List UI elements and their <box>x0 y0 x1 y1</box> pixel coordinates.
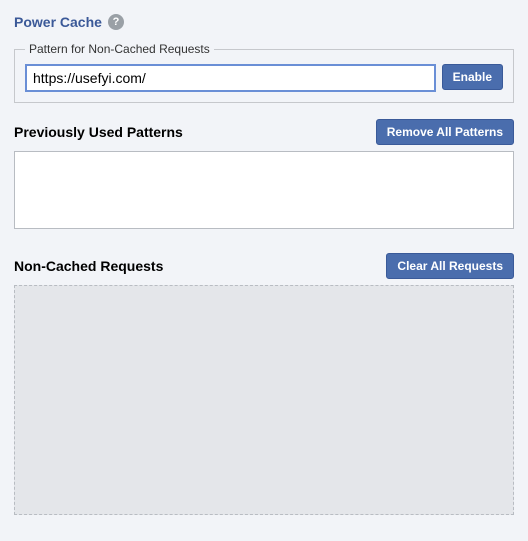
page-title: Power Cache <box>14 14 102 30</box>
clear-all-requests-button[interactable]: Clear All Requests <box>386 253 514 279</box>
help-icon[interactable]: ? <box>108 14 124 30</box>
previous-patterns-box <box>14 151 514 229</box>
non-cached-header: Non-Cached Requests Clear All Requests <box>14 253 514 279</box>
pattern-fieldset: Pattern for Non-Cached Requests Enable <box>14 42 514 103</box>
non-cached-title: Non-Cached Requests <box>14 258 163 274</box>
previous-patterns-title: Previously Used Patterns <box>14 124 183 140</box>
pattern-legend: Pattern for Non-Cached Requests <box>25 42 214 56</box>
previous-patterns-header: Previously Used Patterns Remove All Patt… <box>14 119 514 145</box>
enable-button[interactable]: Enable <box>442 64 503 90</box>
non-cached-requests-box <box>14 285 514 515</box>
pattern-input-row: Enable <box>25 64 503 92</box>
header-row: Power Cache ? <box>14 14 514 30</box>
pattern-url-input[interactable] <box>25 64 436 92</box>
remove-all-patterns-button[interactable]: Remove All Patterns <box>376 119 514 145</box>
